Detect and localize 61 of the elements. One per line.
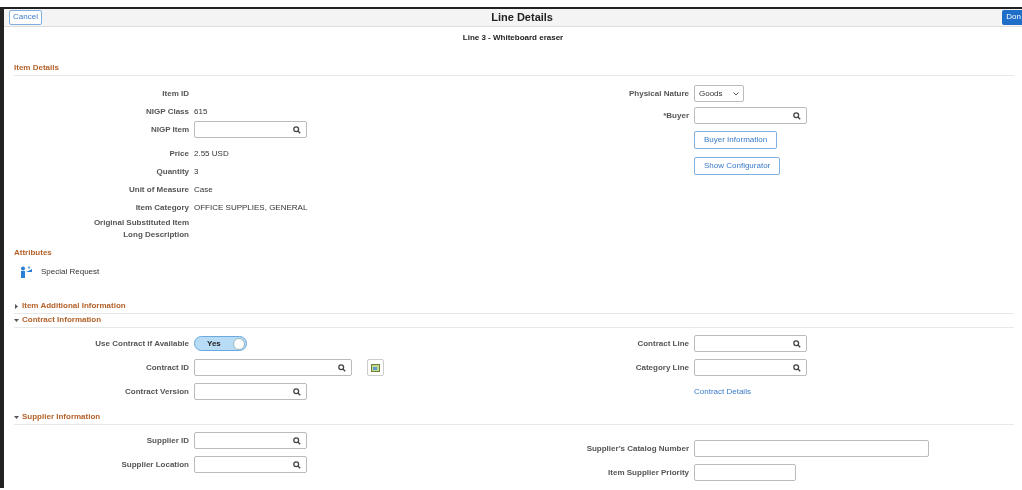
- search-icon: [793, 363, 801, 372]
- lookup-field[interactable]: [194, 383, 307, 400]
- lookup-field[interactable]: [694, 359, 807, 376]
- chevron-down-icon: [733, 91, 739, 96]
- field-label: NIGP Item: [150, 123, 189, 136]
- field-label: Item Supplier Priority: [608, 466, 689, 479]
- field-label: Price: [169, 147, 189, 160]
- search-icon: [793, 339, 801, 348]
- contract-details-link[interactable]: Contract Details: [694, 385, 751, 398]
- document-icon: [371, 363, 380, 372]
- lookup-field[interactable]: [194, 121, 307, 138]
- attribute-label: Special Request: [41, 265, 100, 278]
- search-icon: [293, 436, 301, 445]
- toggle-switch[interactable]: Yes: [194, 336, 247, 351]
- field-label: Physical Nature: [628, 87, 689, 100]
- input-field[interactable]: [694, 464, 796, 481]
- field-label: Supplier ID: [146, 434, 189, 447]
- section-header[interactable]: Contract Information: [14, 313, 1014, 328]
- lookup-field[interactable]: [194, 432, 307, 449]
- field-label: Quantity: [156, 165, 189, 178]
- field-value: 3: [194, 165, 199, 178]
- field-value: Case: [194, 183, 213, 196]
- field-label: Item Category: [135, 201, 189, 214]
- field-label: Supplier's Catalog Number: [586, 442, 689, 455]
- contract-lookup-button[interactable]: [367, 359, 384, 376]
- field-label: Contract Version: [125, 385, 189, 398]
- search-icon: [338, 363, 346, 372]
- field-value: 2.55 USD: [194, 147, 229, 160]
- field-label: Item ID: [162, 87, 189, 100]
- section-header[interactable]: Item Additional Information: [14, 299, 1014, 314]
- page-title: Line Details: [491, 10, 553, 25]
- lookup-field[interactable]: [194, 456, 307, 473]
- person-request-icon: [20, 265, 33, 278]
- lookup-field[interactable]: [194, 359, 352, 376]
- field-label: Category Line: [635, 361, 689, 374]
- field-label: Original Substituted Item Long Description: [92, 216, 189, 241]
- field-label: Contract Line: [637, 337, 689, 350]
- select-dropdown[interactable]: Goods: [694, 85, 744, 102]
- field-label: *Buyer: [663, 109, 689, 122]
- field-value: 615: [194, 105, 208, 118]
- section-header[interactable]: Supplier Information: [14, 410, 1014, 425]
- lookup-field[interactable]: [694, 335, 807, 352]
- action-button[interactable]: Show Configurator: [694, 156, 781, 175]
- search-icon: [293, 460, 301, 469]
- input-field[interactable]: [694, 440, 929, 457]
- field-label: NIGP Class: [146, 105, 189, 118]
- action-button[interactable]: Buyer Information: [694, 130, 778, 149]
- search-icon: [793, 111, 801, 120]
- attributes-heading: Attributes: [14, 246, 53, 259]
- field-label: Unit of Measure: [129, 183, 189, 196]
- search-icon: [293, 387, 301, 396]
- line-subtitle: Line 3 - Whiteboard eraser: [462, 31, 564, 44]
- done-button[interactable]: Don: [1002, 9, 1022, 25]
- search-icon: [293, 125, 301, 134]
- cancel-button[interactable]: Cancel: [9, 9, 42, 25]
- field-value: OFFICE SUPPLIES, GENERAL: [194, 201, 308, 214]
- field-label: Use Contract if Available: [95, 337, 189, 350]
- lookup-field[interactable]: [694, 107, 807, 124]
- field-label: Supplier Location: [121, 458, 189, 471]
- field-label: Contract ID: [145, 361, 189, 374]
- section-header: Item Details: [14, 61, 1014, 76]
